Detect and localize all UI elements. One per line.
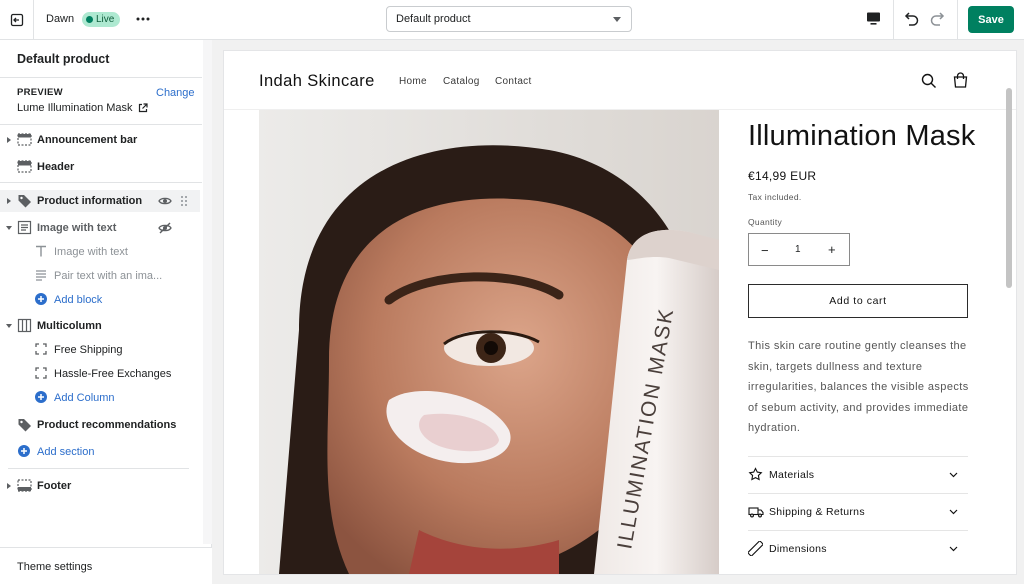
nav-contact[interactable]: Contact (495, 76, 532, 87)
divider (8, 468, 189, 469)
tax-note: Tax included. (748, 192, 802, 202)
accordion-shipping-returns[interactable]: Shipping & Returns (748, 493, 968, 530)
add-circle-icon (18, 445, 30, 457)
theme-settings-button[interactable]: Theme settings (0, 547, 212, 584)
sidebar-scrollbar[interactable] (203, 40, 212, 544)
divider (893, 0, 894, 39)
add-column-button[interactable]: Add Column (0, 387, 200, 409)
leaf-icon (748, 467, 763, 481)
product-photo-illustration: ILLUMINATION MASK (259, 110, 719, 574)
column-block-icon (35, 367, 47, 379)
decrease-quantity-button[interactable]: − (761, 243, 769, 258)
nav-home[interactable]: Home (399, 76, 427, 87)
announcement-bar-icon (17, 133, 32, 146)
exit-button[interactable] (0, 0, 34, 39)
template-select[interactable]: Default product (386, 6, 632, 32)
save-button[interactable]: Save (968, 6, 1014, 33)
external-link-icon (138, 103, 148, 113)
header-icon (17, 160, 32, 173)
sections-sidebar: Default product PREVIEW Change Lume Illu… (0, 40, 212, 584)
chevron-down-icon (949, 546, 958, 552)
store-header: Indah Skincare Home Catalog Contact (224, 51, 1016, 110)
template-title: Default product (17, 52, 110, 66)
cart-icon[interactable] (952, 72, 969, 89)
change-preview-link[interactable]: Change (156, 87, 195, 99)
nav-catalog[interactable]: Catalog (443, 76, 480, 87)
columns-icon (17, 318, 32, 333)
divider (0, 182, 202, 183)
truck-icon (748, 507, 764, 518)
section-header[interactable]: Header (0, 156, 200, 178)
divider (957, 0, 958, 39)
desktop-view-button[interactable] (866, 11, 881, 26)
chevron-right-icon (7, 137, 11, 143)
section-product-recommendations[interactable]: Product recommendations (0, 414, 200, 436)
text-icon (36, 245, 46, 257)
chevron-down-icon (613, 17, 621, 22)
section-image-with-text[interactable]: Image with text (0, 217, 200, 239)
accordion-dimensions[interactable]: Dimensions (748, 530, 968, 567)
preview-product-link[interactable]: Lume Illumination Mask (17, 102, 148, 114)
editor-topbar: Dawn Live Default product Save (0, 0, 1024, 40)
preview-label: PREVIEW (17, 87, 63, 98)
divider (0, 124, 202, 125)
ruler-icon (748, 541, 763, 556)
redo-icon (930, 12, 945, 26)
undo-button[interactable] (902, 10, 920, 28)
section-product-information[interactable]: Product information (0, 190, 200, 212)
add-section-button[interactable]: Add section (0, 441, 200, 463)
chevron-down-icon (6, 226, 12, 230)
quantity-input[interactable]: 1 (795, 244, 801, 255)
block-free-shipping[interactable]: Free Shipping (0, 339, 200, 361)
add-circle-icon (35, 293, 47, 305)
block-pair-text[interactable]: Pair text with an ima... (0, 265, 200, 287)
chevron-down-icon (949, 509, 958, 515)
increase-quantity-button[interactable]: + (828, 242, 836, 257)
divider (0, 77, 202, 78)
block-image-with-text[interactable]: Image with text (0, 241, 200, 263)
tag-icon (18, 419, 31, 432)
undo-icon (904, 12, 919, 26)
live-badge: Live (82, 12, 121, 27)
add-to-cart-button[interactable]: Add to cart (748, 284, 968, 318)
chevron-right-icon (7, 483, 11, 489)
column-block-icon (35, 343, 47, 355)
chevron-right-icon (7, 198, 11, 204)
live-dot-icon (86, 16, 93, 23)
tag-icon (18, 195, 31, 208)
image-text-icon (17, 220, 32, 235)
chevron-down-icon (6, 324, 12, 328)
more-horizontal-icon (136, 17, 150, 21)
section-footer[interactable]: Footer (0, 475, 200, 497)
redo-button[interactable] (929, 10, 947, 28)
product-title: Illumination Mask (748, 120, 976, 152)
preview-scrollbar[interactable] (1006, 88, 1012, 288)
section-multicolumn[interactable]: Multicolumn (0, 315, 200, 337)
exit-icon (10, 13, 23, 26)
theme-name: Dawn (46, 13, 75, 25)
add-circle-icon (35, 391, 47, 403)
search-icon[interactable] (921, 73, 937, 89)
chevron-down-icon (949, 472, 958, 478)
add-block-button[interactable]: Add block (0, 289, 200, 311)
drag-handle-icon[interactable] (180, 195, 188, 207)
quantity-label: Quantity (748, 217, 783, 227)
eye-hidden-icon[interactable] (158, 221, 172, 235)
footer-icon (17, 479, 32, 492)
eye-icon[interactable] (158, 194, 172, 208)
product-price: €14,99 EUR (748, 169, 817, 183)
quantity-stepper: − 1 + (748, 233, 850, 266)
product-image[interactable]: ILLUMINATION MASK (259, 110, 719, 574)
store-logo[interactable]: Indah Skincare (259, 72, 375, 91)
storefront-preview: Indah Skincare Home Catalog Contact ILLU… (224, 51, 1016, 574)
paragraph-icon (36, 270, 46, 281)
more-actions-button[interactable] (135, 10, 151, 28)
accordion-materials[interactable]: Materials (748, 456, 968, 493)
section-announcement-bar[interactable]: Announcement bar (0, 129, 200, 151)
block-hassle-free-exchanges[interactable]: Hassle-Free Exchanges (0, 363, 200, 385)
product-description: This skin care routine gently cleanses t… (748, 340, 969, 435)
desktop-icon (867, 12, 880, 25)
